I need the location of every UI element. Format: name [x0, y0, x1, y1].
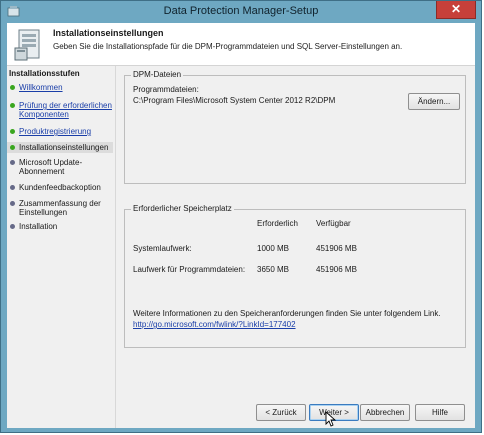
title-bar[interactable]: Data Protection Manager-Setup ✕ — [1, 1, 481, 23]
program-drive-required: 3650 MB — [257, 265, 290, 274]
program-drive-label: Laufwerk für Programmdateien: — [133, 265, 246, 274]
change-path-button[interactable]: Ändern... — [408, 93, 460, 110]
dpm-files-group-title: DPM-Dateien — [131, 70, 184, 79]
pending-dot-icon — [10, 201, 15, 206]
server-setup-icon — [14, 29, 40, 61]
nav-item-label: Prüfung der erforderlichen Komponenten — [19, 101, 112, 119]
system-drive-label: Systemlaufwerk: — [133, 244, 192, 253]
completed-dot-icon — [10, 103, 15, 108]
page-subtitle: Geben Sie die Installationspfade für die… — [53, 42, 403, 51]
completed-dot-icon — [10, 85, 15, 90]
nav-item-label: Willkommen — [19, 83, 63, 92]
page-header: Installationseinstellungen Geben Sie die… — [7, 23, 475, 66]
pending-dot-icon — [10, 185, 15, 190]
nav-heading: Installationsstufen — [9, 69, 80, 78]
col-required-header: Erforderlich — [257, 219, 298, 228]
storage-group-title: Erforderlicher Speicherplatz — [131, 204, 234, 213]
current-dot-icon — [10, 145, 15, 150]
pending-dot-icon — [10, 160, 15, 165]
col-available-header: Verfügbar — [316, 219, 351, 228]
nav-item-label: Zusammenfassung der Einstellungen — [19, 199, 101, 217]
system-drive-available: 451906 MB — [316, 244, 357, 253]
client-area: Installationseinstellungen Geben Sie die… — [7, 23, 475, 428]
window-title: Data Protection Manager-Setup — [163, 5, 319, 17]
mouse-pointer-icon — [325, 411, 337, 427]
nav-divider — [115, 66, 116, 428]
system-drive-required: 1000 MB — [257, 244, 290, 253]
storage-info-link[interactable]: http://go.microsoft.com/fwlink/?LinkId=1… — [133, 320, 296, 329]
nav-item-label: Produktregistrierung — [19, 127, 92, 136]
completed-dot-icon — [10, 129, 15, 134]
nav-item-label: Kundenfeedbackoption — [19, 183, 101, 192]
storage-info-text: Weitere Informationen zu den Speicheranf… — [133, 309, 441, 318]
program-files-label: Programmdateien: — [133, 85, 199, 94]
dpm-files-group: DPM-Dateien Programmdateien: C:\Program … — [124, 70, 466, 184]
setup-window: Data Protection Manager-Setup ✕ Installa… — [0, 0, 482, 433]
back-button[interactable]: < Zurück — [256, 404, 306, 421]
stage-navigation: Installationsstufen Willkommen Prüfung d… — [7, 66, 115, 428]
close-button[interactable]: ✕ — [436, 1, 476, 19]
nav-item-label: Installation — [19, 222, 58, 231]
help-button[interactable]: Hilfe — [415, 404, 465, 421]
page-title: Installationseinstellungen — [53, 28, 164, 38]
nav-item-installationseinstellungen: Installationseinstellungen — [7, 142, 113, 153]
nav-item-label: Installationseinstellungen — [19, 143, 109, 152]
program-drive-available: 451906 MB — [316, 265, 357, 274]
storage-group: Erforderlicher Speicherplatz Erforderlic… — [124, 204, 466, 348]
nav-item-label: Microsoft Update-Abonnement — [19, 158, 83, 176]
cancel-button[interactable]: Abbrechen — [360, 404, 410, 421]
program-files-path: C:\Program Files\Microsoft System Center… — [133, 96, 336, 105]
pending-dot-icon — [10, 224, 15, 229]
